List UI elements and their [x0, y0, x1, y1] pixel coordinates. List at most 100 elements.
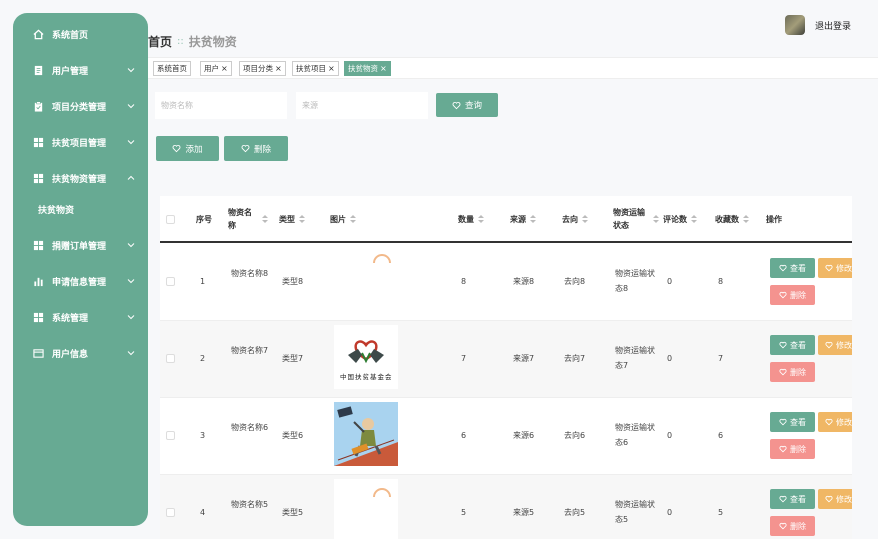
edit-button[interactable]: 修改: [818, 258, 852, 278]
view-button[interactable]: 查看: [770, 335, 815, 355]
sidebar-item-user-info[interactable]: 用户信息: [13, 343, 148, 363]
cell-quantity: 7: [461, 354, 467, 363]
sidebar-subitem-supplies[interactable]: 扶贫物资: [38, 203, 74, 216]
sort-icon[interactable]: [350, 215, 356, 224]
heart-icon: [241, 145, 250, 153]
column-source[interactable]: 来源: [510, 213, 536, 226]
delete-button[interactable]: 删除: [770, 439, 815, 459]
tab-users[interactable]: 用户 ×: [200, 61, 232, 76]
query-button[interactable]: 查询: [436, 93, 498, 117]
heart-icon: [779, 341, 787, 349]
sort-icon[interactable]: [653, 214, 659, 224]
heart-icon: [779, 495, 787, 503]
select-all-checkbox[interactable]: [166, 215, 175, 224]
column-comments[interactable]: 评论数: [663, 213, 697, 226]
close-icon[interactable]: ×: [380, 64, 387, 73]
column-favorites[interactable]: 收藏数: [715, 213, 749, 226]
sidebar-item-label: 系统管理: [52, 313, 89, 324]
sidebar-item-donation-orders[interactable]: 捐赠订单管理: [13, 235, 148, 255]
row-checkbox[interactable]: [166, 354, 175, 363]
table-row: 3 物资名称6 类型6 6 来源6 去向6 物资运输状态6 0 6 查看 修改 …: [160, 398, 852, 475]
column-status[interactable]: 物资运输状态: [613, 206, 661, 232]
edit-button[interactable]: 修改: [818, 335, 852, 355]
sort-icon[interactable]: [299, 215, 305, 224]
column-name[interactable]: 物资名称: [228, 206, 270, 232]
edit-button[interactable]: 修改: [818, 412, 852, 432]
sort-icon[interactable]: [582, 215, 588, 224]
cell-favorites: 6: [718, 431, 724, 440]
sort-icon[interactable]: [478, 215, 484, 224]
delete-button[interactable]: 删除: [770, 516, 815, 536]
add-button[interactable]: 添加: [156, 136, 219, 161]
cell-index: 1: [200, 277, 206, 286]
chevron-down-icon: [127, 68, 135, 73]
close-icon[interactable]: ×: [328, 64, 335, 73]
view-button[interactable]: 查看: [770, 258, 815, 278]
cell-source: 来源7: [513, 354, 535, 363]
sidebar-item-label: 捐赠订单管理: [52, 241, 107, 252]
delete-button[interactable]: 删除: [770, 285, 815, 305]
name-search-input[interactable]: 物资名称: [155, 92, 287, 119]
cell-type: 类型8: [282, 277, 304, 286]
cell-type: 类型5: [282, 508, 304, 517]
view-button[interactable]: 查看: [770, 412, 815, 432]
sidebar-item-system[interactable]: 系统管理: [13, 307, 148, 327]
breadcrumb: 首页 :: 扶贫物资: [148, 33, 237, 50]
table-row: 4 物资名称5 类型5 5 来源5 去向5 物资运输状态5 0 5 查看 修改 …: [160, 475, 852, 539]
cell-comments: 0: [667, 431, 673, 440]
sort-icon[interactable]: [743, 215, 749, 224]
sidebar-item-label: 扶贫物资管理: [52, 174, 107, 185]
view-button[interactable]: 查看: [770, 489, 815, 509]
sidebar-item-project-category[interactable]: 项目分类管理: [13, 96, 148, 116]
close-icon[interactable]: ×: [275, 64, 282, 73]
tab-poverty-supplies[interactable]: 扶贫物资 ×: [344, 61, 391, 76]
table-row: 2 物资名称7 类型7 中国扶贫基金会 7 来源7 去向7 物资运输状态7 0 …: [160, 321, 852, 398]
cell-destination: 去向5: [564, 508, 586, 517]
avatar: [785, 15, 805, 35]
tab-label: 扶贫项目: [296, 64, 326, 73]
breadcrumb-current: 扶贫物资: [188, 35, 237, 49]
tab-project-category[interactable]: 项目分类 ×: [239, 61, 286, 76]
heart-icon: [825, 341, 833, 349]
cell-type: 类型7: [282, 354, 304, 363]
row-checkbox[interactable]: [166, 431, 175, 440]
cell-quantity: 6: [461, 431, 467, 440]
delete-label: 删除: [253, 144, 271, 155]
row-checkbox[interactable]: [166, 277, 175, 286]
user-menu[interactable]: 退出登录: [785, 15, 851, 35]
tab-poverty-projects[interactable]: 扶贫项目 ×: [292, 61, 339, 76]
cell-index: 2: [200, 354, 206, 363]
close-icon[interactable]: ×: [221, 64, 228, 73]
sort-icon[interactable]: [691, 215, 697, 224]
sidebar-item-applications[interactable]: 申请信息管理: [13, 271, 148, 291]
tab-home[interactable]: 系统首页: [153, 61, 191, 76]
cell-favorites: 7: [718, 354, 724, 363]
supply-image: [334, 479, 398, 539]
breadcrumb-home[interactable]: 首页: [148, 33, 172, 50]
sidebar-item-poverty-supplies[interactable]: 扶贫物资管理: [13, 168, 148, 188]
column-quantity[interactable]: 数量: [458, 213, 484, 226]
cell-favorites: 5: [718, 508, 724, 517]
sort-icon[interactable]: [530, 215, 536, 224]
bar-chart-icon: [32, 275, 44, 287]
logout-button[interactable]: 退出登录: [815, 19, 851, 32]
delete-button[interactable]: 删除: [770, 362, 815, 382]
column-destination[interactable]: 去向: [562, 213, 588, 226]
source-search-input[interactable]: 来源: [296, 92, 428, 119]
column-image[interactable]: 图片: [330, 213, 356, 226]
batch-delete-button[interactable]: 删除: [224, 136, 288, 161]
chevron-down-icon: [127, 351, 135, 356]
sort-icon[interactable]: [262, 214, 268, 224]
row-checkbox[interactable]: [166, 508, 175, 517]
cell-name: 物资名称7: [231, 346, 269, 355]
sidebar-item-poverty-projects[interactable]: 扶贫项目管理: [13, 132, 148, 152]
clipboard-icon: [32, 100, 44, 112]
chevron-down-icon: [127, 243, 135, 248]
sidebar-item-users[interactable]: 用户管理: [13, 60, 148, 80]
column-type[interactable]: 类型: [279, 213, 305, 226]
sidebar-item-home[interactable]: 系统首页: [13, 24, 148, 44]
cartoon-image: [334, 402, 398, 466]
sidebar-item-label: 用户管理: [52, 66, 89, 77]
edit-button[interactable]: 修改: [818, 489, 852, 509]
cell-status: 物资运输状态5: [615, 500, 655, 524]
